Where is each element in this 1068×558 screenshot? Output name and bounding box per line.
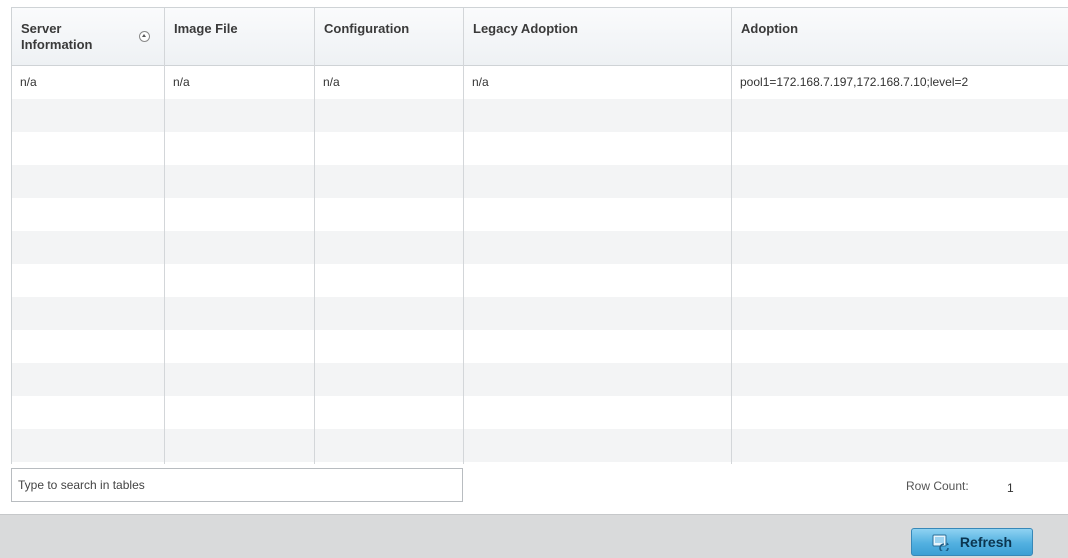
refresh-button-label: Refresh xyxy=(959,534,1013,550)
column-header-image-file[interactable]: Image File xyxy=(165,8,315,65)
cell-adoption: pool1=172.168.7.197,172.168.7.10;level=2 xyxy=(740,75,969,89)
column-divider xyxy=(314,8,315,464)
empty-row xyxy=(12,165,1068,198)
refresh-button[interactable]: Refresh xyxy=(911,528,1033,556)
cell-server-information: n/a xyxy=(20,75,37,89)
server-info-table: Server Information Image File Configurat… xyxy=(11,7,1068,464)
row-count-value: 1 xyxy=(1007,481,1014,495)
table-row[interactable]: n/a n/a n/a n/a pool1=172.168.7.197,172.… xyxy=(12,66,1068,99)
empty-row xyxy=(12,297,1068,330)
empty-row xyxy=(12,132,1068,165)
empty-row xyxy=(12,363,1068,396)
row-count-label: Row Count: xyxy=(906,479,969,493)
sort-ascending-icon[interactable] xyxy=(139,31,150,42)
table-header: Server Information Image File Configurat… xyxy=(12,8,1068,66)
cell-legacy-adoption: n/a xyxy=(472,75,489,89)
empty-row xyxy=(12,99,1068,132)
empty-row xyxy=(12,330,1068,363)
footer-bar xyxy=(0,514,1068,558)
empty-row xyxy=(12,396,1068,429)
refresh-icon xyxy=(932,533,950,553)
column-header-legacy-adoption[interactable]: Legacy Adoption xyxy=(464,8,732,65)
column-divider xyxy=(164,8,165,464)
empty-row xyxy=(12,429,1068,462)
column-divider xyxy=(731,8,732,464)
cell-image-file: n/a xyxy=(173,75,190,89)
empty-row xyxy=(12,231,1068,264)
column-header-configuration[interactable]: Configuration xyxy=(315,8,464,65)
table-search-input[interactable]: Type to search in tables xyxy=(11,468,463,502)
column-header-adoption[interactable]: Adoption xyxy=(732,8,1068,65)
empty-row xyxy=(12,198,1068,231)
empty-row xyxy=(12,264,1068,297)
cell-configuration: n/a xyxy=(323,75,340,89)
column-divider xyxy=(463,8,464,464)
